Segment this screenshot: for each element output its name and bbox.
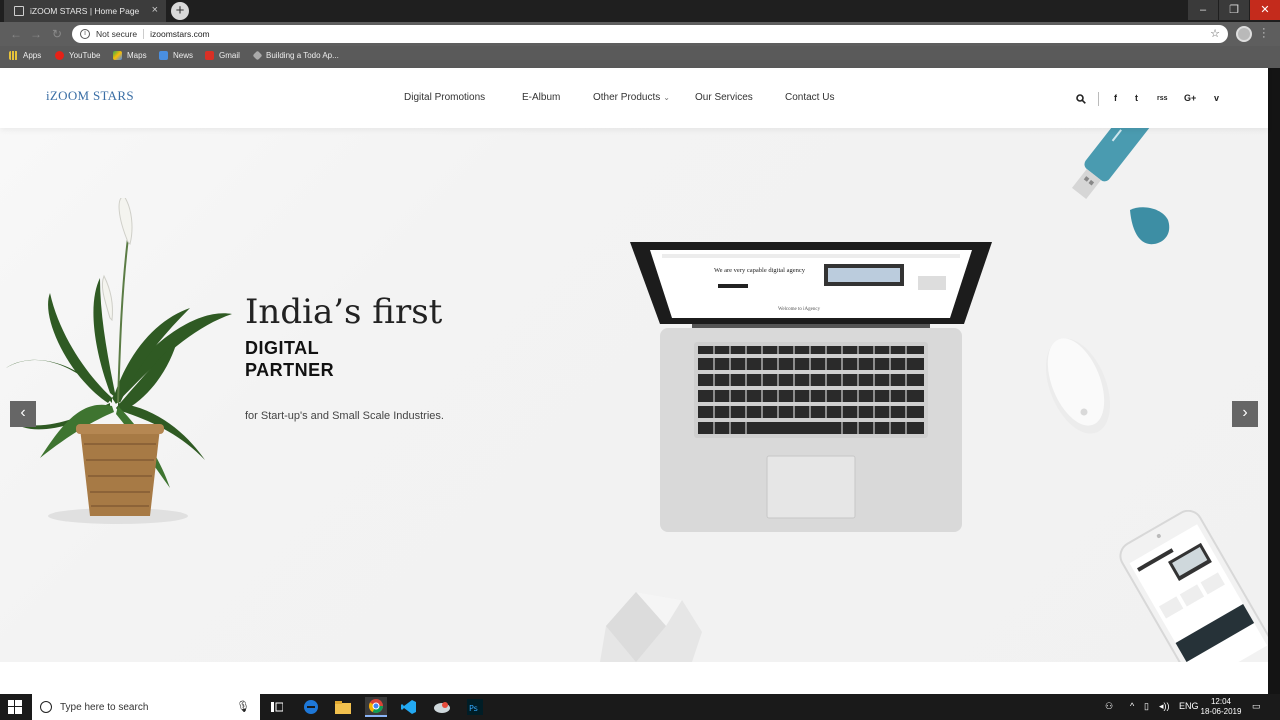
back-arrow-icon[interactable]: ←	[10, 27, 22, 41]
url-text[interactable]: izoomstars.com	[150, 29, 210, 39]
taskbar-search-box[interactable]: Type here to search 🎙	[32, 694, 260, 720]
hero-slider: India’s first DIGITAL PARTNER for Start-…	[0, 128, 1268, 662]
network-icon[interactable]: ▯	[1144, 701, 1149, 712]
bookmark-star-icon[interactable]: ☆	[1210, 27, 1220, 40]
clock-date: 18-06-2019	[1200, 707, 1242, 716]
header-divider	[1098, 92, 1099, 106]
slider-next-button[interactable]: ›	[1232, 401, 1258, 427]
cortana-icon	[40, 701, 52, 713]
profile-avatar[interactable]	[1236, 26, 1252, 42]
tab-title: iZOOM STARS | Home Page	[30, 6, 140, 16]
bookmark-label: YouTube	[69, 51, 101, 60]
bookmark-youtube[interactable]: YouTube	[55, 51, 100, 60]
rss-icon[interactable]: rss	[1157, 95, 1168, 102]
page-favicon-icon	[14, 6, 24, 16]
page-scrollbar[interactable]	[1268, 68, 1280, 694]
chevron-up-icon[interactable]: ^	[1130, 701, 1134, 711]
google-plus-icon[interactable]: G+	[1184, 93, 1196, 103]
windows-start-icon[interactable]	[8, 700, 22, 714]
bookmark-label: News	[173, 51, 194, 60]
info-icon[interactable]: i	[80, 29, 90, 39]
bookmark-news[interactable]: News	[159, 51, 193, 60]
laptop-mockup-image: We are very capable digital agency Welco…	[630, 242, 992, 532]
slider-prev-button[interactable]: ‹	[10, 401, 36, 427]
site-header: iZOOM STARS Digital Promotions E-Album O…	[0, 68, 1268, 128]
task-view-icon[interactable]	[266, 697, 288, 717]
taskbar-search-placeholder: Type here to search	[60, 701, 149, 713]
vimeo-icon[interactable]: v	[1214, 93, 1219, 103]
news-icon	[159, 51, 168, 60]
browser-toolbar: ← → ↻ i Not secure izoomstars.com ☆ · · ·	[0, 22, 1280, 46]
bookmark-gmail[interactable]: Gmail	[205, 51, 240, 60]
edge-browser-icon[interactable]	[300, 697, 322, 717]
laptop-screen-heading: We are very capable digital agency	[714, 267, 806, 274]
notifications-icon[interactable]: ▭	[1252, 701, 1261, 712]
website-viewport: iZOOM STARS Digital Promotions E-Album O…	[0, 68, 1268, 694]
screen: iZOOM STARS | Home Page × + – ❐ ✕ ← → ↻ …	[0, 0, 1280, 720]
nav-digital-promotions[interactable]: Digital Promotions	[404, 92, 485, 103]
youtube-icon	[55, 51, 64, 60]
address-bar[interactable]: i Not secure izoomstars.com ☆	[72, 25, 1228, 43]
bookmark-maps[interactable]: Maps	[113, 51, 147, 60]
potted-plant-image	[6, 198, 232, 524]
bookmark-apps[interactable]: Apps	[9, 51, 41, 60]
photoshop-icon[interactable]: Ps	[464, 697, 486, 717]
minimize-button[interactable]: –	[1188, 0, 1218, 20]
maps-icon	[113, 51, 122, 60]
windows-taskbar: Type here to search 🎙 Ps ⚇ ^ ▯ ◂)) ENG 1…	[0, 694, 1280, 720]
system-clock[interactable]: 12:04 18-06-2019	[1200, 697, 1242, 717]
hero-subtitle-line2: PARTNER	[245, 360, 335, 380]
reload-icon[interactable]: ↻	[52, 27, 62, 41]
forward-arrow-icon[interactable]: →	[30, 27, 42, 41]
file-explorer-icon[interactable]	[332, 697, 354, 717]
mouse-image	[1045, 338, 1111, 434]
tab-close-icon[interactable]: ×	[152, 4, 158, 16]
bookmark-label: Maps	[127, 51, 147, 60]
nav-other-products[interactable]: Other Products ⌄	[593, 92, 670, 103]
usb-drive-image	[1071, 128, 1170, 245]
svg-text:Ps: Ps	[469, 704, 478, 713]
bookmarks-bar: Apps YouTube Maps News Gmail Building a …	[0, 46, 1280, 68]
clock-time: 12:04	[1210, 697, 1232, 706]
language-indicator[interactable]: ENG	[1179, 701, 1199, 711]
hero-tagline: for Start-up's and Small Scale Industrie…	[245, 410, 444, 422]
hero-subtitle-line1: DIGITAL	[245, 338, 320, 358]
apps-grid-icon	[9, 51, 18, 60]
nav-e-album[interactable]: E-Album	[522, 92, 560, 103]
nav-our-services[interactable]: Our Services	[695, 92, 753, 103]
bookmark-label: Building a Todo Ap...	[266, 51, 339, 60]
bookmark-todo-app[interactable]: Building a Todo Ap...	[252, 50, 339, 61]
site-logo[interactable]: iZOOM STARS	[46, 88, 134, 104]
app-icon[interactable]	[431, 697, 453, 717]
gmail-icon	[205, 51, 214, 60]
facebook-icon[interactable]: f	[1114, 93, 1117, 103]
restore-button[interactable]: ❐	[1219, 0, 1249, 20]
smartphone-image	[1119, 510, 1268, 662]
people-icon[interactable]: ⚇	[1105, 701, 1113, 712]
browser-tab-strip: iZOOM STARS | Home Page × + – ❐ ✕	[0, 0, 1280, 22]
vscode-icon[interactable]	[398, 697, 420, 717]
hero-title: India’s first	[245, 292, 443, 332]
close-window-button[interactable]: ✕	[1250, 0, 1280, 20]
chevron-down-icon: ⌄	[663, 93, 670, 102]
omnibox-divider	[143, 29, 145, 39]
microphone-icon[interactable]: 🎙	[236, 700, 250, 713]
nav-contact-us[interactable]: Contact Us	[785, 92, 834, 103]
link-icon	[252, 50, 263, 61]
twitter-icon[interactable]: t	[1135, 93, 1138, 103]
bookmark-label: Gmail	[219, 51, 240, 60]
browser-menu-icon[interactable]: · · ·	[1262, 24, 1266, 43]
volume-icon[interactable]: ◂))	[1159, 701, 1170, 712]
bookmark-label: Apps	[23, 51, 42, 60]
chrome-icon[interactable]	[365, 697, 387, 717]
geometric-ornament-image	[600, 592, 702, 662]
browser-tab-active[interactable]: iZOOM STARS | Home Page ×	[4, 0, 166, 22]
security-label: Not secure	[96, 29, 138, 39]
new-tab-button[interactable]: +	[171, 2, 189, 20]
laptop-screen-footer: Welcome to iAgency	[778, 307, 821, 312]
search-icon[interactable]	[1076, 94, 1086, 104]
nav-other-products-label: Other Products	[593, 92, 661, 103]
